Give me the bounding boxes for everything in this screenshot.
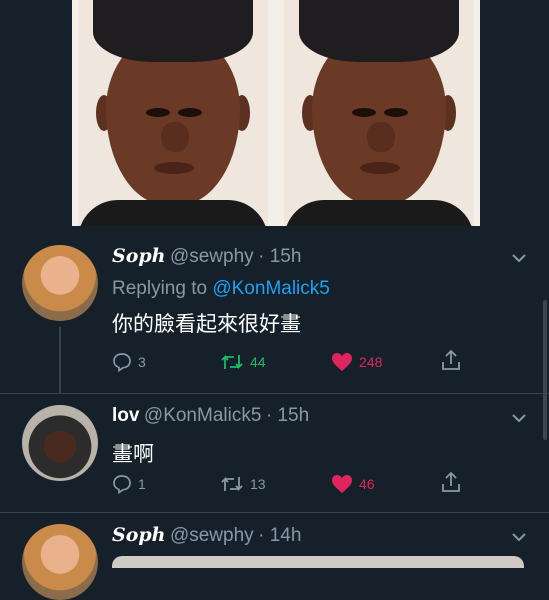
like-count: 46 [359, 476, 375, 492]
retweet-icon [221, 476, 243, 492]
share-icon [442, 349, 460, 370]
retweet-button[interactable]: 13 [220, 474, 266, 494]
mouth [360, 162, 400, 174]
tweet-media-image[interactable] [72, 0, 480, 226]
tweet-time[interactable]: · 14h [258, 525, 301, 546]
portrait-right [284, 0, 474, 226]
like-count: 248 [359, 354, 383, 370]
thread-line [59, 327, 61, 393]
avatar-soph[interactable] [22, 245, 98, 321]
user-handle[interactable]: @sewphy [170, 525, 254, 546]
tweet-time[interactable]: · 15h [258, 246, 301, 267]
tweet-text: 畫啊 [112, 443, 154, 466]
heart-icon [332, 353, 352, 371]
eye [352, 108, 376, 117]
retweet-count: 44 [250, 354, 266, 370]
reply-context: Replying to @KonMalick5 [112, 278, 330, 300]
heart-icon [332, 475, 352, 493]
tweet-header: Soph @sewphy · 15h [112, 245, 301, 268]
nose [161, 122, 189, 152]
display-name[interactable]: Soph [112, 524, 166, 546]
tweet-header: Soph @sewphy · 14h [112, 524, 301, 547]
eye [146, 108, 170, 117]
reply-button[interactable]: 1 [112, 474, 146, 494]
share-button[interactable] [441, 349, 461, 376]
durag [93, 0, 253, 62]
tweet-header: lov @KonMalick5 · 15h [112, 405, 309, 427]
user-handle[interactable]: @sewphy [170, 246, 254, 267]
reply-mention-link[interactable]: @KonMalick5 [212, 278, 330, 299]
share-icon [442, 471, 460, 492]
display-name[interactable]: Soph [112, 245, 166, 267]
mouth [154, 162, 194, 174]
replying-to-label: Replying to [112, 278, 208, 299]
durag [299, 0, 459, 62]
portrait-left [78, 0, 268, 226]
reply-button[interactable]: 3 [112, 352, 146, 372]
eye [384, 108, 408, 117]
shoulders [284, 200, 474, 226]
user-handle[interactable]: @KonMalick5 [144, 405, 262, 426]
eye [178, 108, 202, 117]
tweet-media-image[interactable] [112, 556, 524, 568]
reply-count: 3 [138, 354, 146, 370]
divider [0, 393, 549, 394]
display-name[interactable]: lov [112, 405, 139, 426]
scrollbar-thumb[interactable] [543, 300, 547, 440]
chevron-down-icon[interactable] [512, 529, 526, 547]
tweet-text: 你的臉看起來很好畫 [112, 313, 301, 336]
like-button[interactable]: 46 [331, 474, 375, 494]
chevron-down-icon[interactable] [512, 250, 526, 268]
shoulders [78, 200, 268, 226]
avatar-soph[interactable] [22, 524, 98, 600]
reply-icon [113, 475, 131, 494]
reply-icon [113, 353, 131, 372]
tweet-time[interactable]: · 15h [266, 405, 309, 426]
divider [0, 512, 549, 513]
chevron-down-icon[interactable] [512, 410, 526, 428]
avatar-lov[interactable] [22, 405, 98, 481]
retweet-count: 13 [250, 476, 266, 492]
retweet-icon [221, 354, 243, 370]
nose [367, 122, 395, 152]
share-button[interactable] [441, 471, 461, 498]
retweet-button[interactable]: 44 [220, 352, 266, 372]
like-button[interactable]: 248 [331, 352, 382, 372]
reply-count: 1 [138, 476, 146, 492]
